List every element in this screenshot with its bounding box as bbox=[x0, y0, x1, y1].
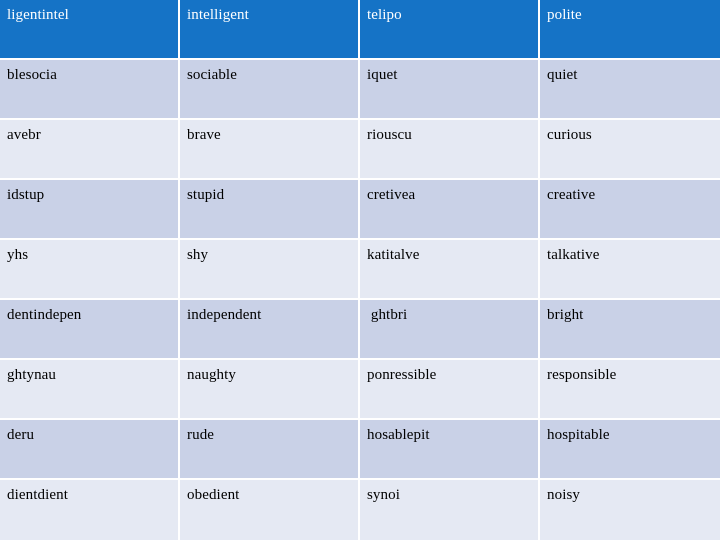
cell-scrambled-1: blesocia bbox=[0, 60, 180, 120]
cell-scrambled-1: dentindepen bbox=[0, 300, 180, 360]
cell-scrambled-1: idstup bbox=[0, 180, 180, 240]
word-table-container: ligentintel intelligent telipo polite bl… bbox=[0, 0, 720, 540]
cell-answer-2: talkative bbox=[540, 240, 720, 300]
scrambled-words-table: ligentintel intelligent telipo polite bl… bbox=[0, 0, 720, 540]
cell-answer-2: curious bbox=[540, 120, 720, 180]
cell-answer-1: obedient bbox=[180, 480, 360, 540]
cell-answer-1: independent bbox=[180, 300, 360, 360]
cell-answer-1: rude bbox=[180, 420, 360, 480]
table-row: avebr brave riouscu curious bbox=[0, 120, 720, 180]
cell-scrambled-2: katitalve bbox=[360, 240, 540, 300]
cell-answer-1: sociable bbox=[180, 60, 360, 120]
header-cell-2: intelligent bbox=[180, 0, 360, 60]
cell-scrambled-2: iquet bbox=[360, 60, 540, 120]
table-body: blesocia sociable iquet quiet avebr brav… bbox=[0, 60, 720, 540]
cell-answer-1: shy bbox=[180, 240, 360, 300]
table-row: idstup stupid cretivea creative bbox=[0, 180, 720, 240]
cell-answer-2: noisy bbox=[540, 480, 720, 540]
cell-scrambled-2: ghtbri bbox=[360, 300, 540, 360]
cell-answer-2: hospitable bbox=[540, 420, 720, 480]
cell-scrambled-2: riouscu bbox=[360, 120, 540, 180]
cell-scrambled-2: cretivea bbox=[360, 180, 540, 240]
cell-scrambled-1: ghtynau bbox=[0, 360, 180, 420]
cell-scrambled-1: deru bbox=[0, 420, 180, 480]
table-row: blesocia sociable iquet quiet bbox=[0, 60, 720, 120]
cell-answer-2: quiet bbox=[540, 60, 720, 120]
cell-answer-1: naughty bbox=[180, 360, 360, 420]
table-row: yhs shy katitalve talkative bbox=[0, 240, 720, 300]
table-row: dentindepen independent ghtbri bright bbox=[0, 300, 720, 360]
header-cell-4: polite bbox=[540, 0, 720, 60]
table-row: deru rude hosablepit hospitable bbox=[0, 420, 720, 480]
cell-answer-1: brave bbox=[180, 120, 360, 180]
cell-scrambled-1: yhs bbox=[0, 240, 180, 300]
table-row: ghtynau naughty ponressible responsible bbox=[0, 360, 720, 420]
cell-answer-2: creative bbox=[540, 180, 720, 240]
cell-scrambled-1: dientdient bbox=[0, 480, 180, 540]
header-cell-3: telipo bbox=[360, 0, 540, 60]
header-cell-1: ligentintel bbox=[0, 0, 180, 60]
cell-answer-2: responsible bbox=[540, 360, 720, 420]
table-header: ligentintel intelligent telipo polite bbox=[0, 0, 720, 60]
table-row: dientdient obedient synoi noisy bbox=[0, 480, 720, 540]
header-row: ligentintel intelligent telipo polite bbox=[0, 0, 720, 60]
cell-scrambled-1: avebr bbox=[0, 120, 180, 180]
cell-scrambled-2: synoi bbox=[360, 480, 540, 540]
cell-answer-2: bright bbox=[540, 300, 720, 360]
cell-scrambled-2: hosablepit bbox=[360, 420, 540, 480]
cell-scrambled-2: ponressible bbox=[360, 360, 540, 420]
cell-answer-1: stupid bbox=[180, 180, 360, 240]
